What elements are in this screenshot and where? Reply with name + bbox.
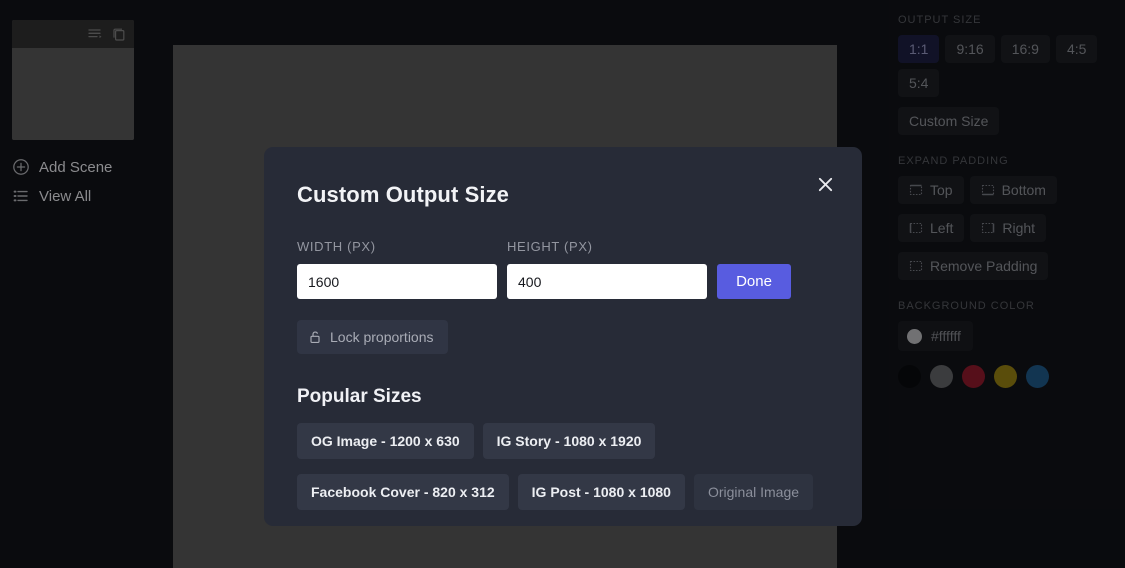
padding-right-label: Right bbox=[1002, 221, 1035, 235]
app-root: Add Scene View All OUTPUT SIZE 1:1 9:16 … bbox=[0, 0, 1125, 568]
add-scene-label: Add Scene bbox=[39, 159, 112, 176]
popular-sizes-row-2: Facebook Cover - 820 x 312 IG Post - 108… bbox=[297, 474, 829, 510]
width-input[interactable] bbox=[297, 264, 497, 299]
list-icon bbox=[12, 187, 30, 205]
ratio-button-9-16[interactable]: 9:16 bbox=[945, 35, 994, 63]
background-color-value[interactable]: #ffffff bbox=[898, 321, 973, 351]
close-icon[interactable] bbox=[810, 169, 840, 199]
remove-padding-icon bbox=[909, 259, 923, 273]
swatch-gray[interactable] bbox=[930, 365, 953, 388]
custom-size-button[interactable]: Custom Size bbox=[898, 107, 999, 135]
custom-output-size-dialog: Custom Output Size WIDTH (px) HEIGHT (px… bbox=[264, 147, 862, 526]
scene-thumbnail-card[interactable] bbox=[12, 20, 134, 140]
padding-top-label: Top bbox=[930, 183, 953, 197]
dialog-title: Custom Output Size bbox=[297, 182, 829, 208]
swatch-red[interactable] bbox=[962, 365, 985, 388]
plus-circle-icon bbox=[12, 158, 30, 176]
padding-right-button[interactable]: Right bbox=[970, 214, 1046, 242]
background-color-dot bbox=[907, 329, 922, 344]
dimension-fields-row: Done bbox=[297, 264, 829, 299]
remove-padding-label: Remove Padding bbox=[930, 259, 1037, 273]
padding-left-icon bbox=[909, 221, 923, 235]
background-color-hex: #ffffff bbox=[931, 328, 961, 344]
duplicate-icon[interactable] bbox=[111, 26, 127, 42]
ratio-button-5-4[interactable]: 5:4 bbox=[898, 69, 939, 97]
lock-proportions-label: Lock proportions bbox=[330, 329, 434, 345]
width-label: WIDTH (px) bbox=[297, 239, 507, 254]
preset-original-image[interactable]: Original Image bbox=[694, 474, 813, 510]
swatch-yellow[interactable] bbox=[994, 365, 1017, 388]
expand-padding-label: EXPAND PADDING bbox=[898, 155, 1107, 167]
preset-ig-post[interactable]: IG Post - 1080 x 1080 bbox=[518, 474, 685, 510]
height-input[interactable] bbox=[507, 264, 707, 299]
done-button[interactable]: Done bbox=[717, 264, 791, 299]
custom-size-group: Custom Size bbox=[898, 107, 1107, 135]
popular-sizes-title: Popular Sizes bbox=[297, 386, 829, 408]
ratio-button-16-9[interactable]: 16:9 bbox=[1001, 35, 1050, 63]
lock-proportions-toggle[interactable]: Lock proportions bbox=[297, 320, 448, 354]
output-size-label: OUTPUT SIZE bbox=[898, 14, 1107, 26]
padding-row-left-right: Left Right bbox=[898, 214, 1107, 242]
swatch-black[interactable] bbox=[898, 365, 921, 388]
preset-facebook-cover[interactable]: Facebook Cover - 820 x 312 bbox=[297, 474, 509, 510]
height-label: HEIGHT (px) bbox=[507, 239, 593, 254]
padding-bottom-label: Bottom bbox=[1002, 183, 1046, 197]
add-scene-button[interactable]: Add Scene bbox=[12, 158, 112, 176]
padding-top-icon bbox=[909, 183, 923, 197]
remove-padding-button[interactable]: Remove Padding bbox=[898, 252, 1048, 280]
view-all-label: View All bbox=[39, 188, 91, 205]
popular-sizes-row-1: OG Image - 1200 x 630 IG Story - 1080 x … bbox=[297, 423, 829, 459]
aspect-ratio-group: 1:1 9:16 16:9 4:5 5:4 bbox=[898, 35, 1107, 97]
field-label-row: WIDTH (px) HEIGHT (px) bbox=[297, 239, 829, 254]
preset-og-image[interactable]: OG Image - 1200 x 630 bbox=[297, 423, 474, 459]
reorder-list-icon[interactable] bbox=[87, 26, 103, 42]
ratio-button-4-5[interactable]: 4:5 bbox=[1056, 35, 1097, 63]
padding-left-button[interactable]: Left bbox=[898, 214, 964, 242]
remove-padding-row: Remove Padding bbox=[898, 252, 1107, 280]
padding-top-button[interactable]: Top bbox=[898, 176, 964, 204]
padding-bottom-icon bbox=[981, 183, 995, 197]
padding-right-icon bbox=[981, 221, 995, 235]
view-all-button[interactable]: View All bbox=[12, 187, 91, 205]
preset-ig-story[interactable]: IG Story - 1080 x 1920 bbox=[483, 423, 656, 459]
scene-card-toolbar bbox=[12, 20, 134, 48]
padding-left-label: Left bbox=[930, 221, 953, 235]
scene-thumbnail-preview bbox=[12, 48, 134, 140]
ratio-button-1-1[interactable]: 1:1 bbox=[898, 35, 939, 63]
padding-row-top-bottom: Top Bottom bbox=[898, 176, 1107, 204]
scenes-sidebar: Add Scene View All bbox=[0, 0, 160, 568]
swatch-blue[interactable] bbox=[1026, 365, 1049, 388]
background-swatch-row bbox=[898, 365, 1107, 388]
unlock-icon bbox=[308, 330, 322, 344]
background-color-label: BACKGROUND COLOR bbox=[898, 300, 1107, 312]
output-settings-panel: OUTPUT SIZE 1:1 9:16 16:9 4:5 5:4 Custom… bbox=[880, 0, 1125, 568]
padding-bottom-button[interactable]: Bottom bbox=[970, 176, 1057, 204]
